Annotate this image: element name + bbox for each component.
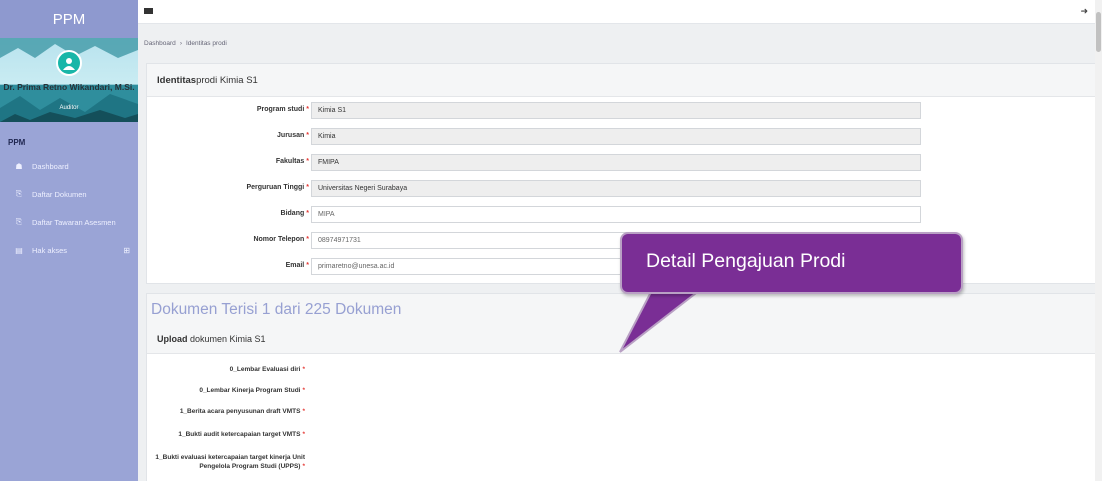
callout-pointer: [619, 290, 702, 353]
program-studi-field: Kimia S1: [311, 102, 921, 119]
bidang-field[interactable]: MIPA: [311, 206, 921, 223]
field-label: Jurusan *: [277, 132, 309, 139]
menu-section-title: PPM: [8, 138, 26, 147]
identity-title-bold: Identitas: [157, 74, 197, 86]
page-scrollbar[interactable]: [1095, 0, 1102, 481]
field-label: Nomor Telepon *: [253, 236, 309, 243]
document-item: 1_Berita acara penyusunan draft VMTS *: [179, 408, 305, 415]
sidebar-item-label: Daftar Tawaran Asesmen: [32, 217, 116, 227]
field-label: Bidang *: [280, 210, 309, 217]
identity-panel-header: Identitas prodi Kimia S1: [147, 64, 1095, 97]
topbar: ➜: [138, 0, 1102, 24]
sidebar-item-daftar-tawaran-asesmen[interactable]: ⎘ Daftar Tawaran Asesmen: [0, 208, 138, 236]
sidebar-item-dashboard[interactable]: ☗ Dashboard: [0, 152, 138, 180]
callout-text: Detail Pengajuan Prodi: [646, 250, 846, 272]
field-label: Program studi *: [256, 106, 309, 113]
assessment-icon: ⎘: [15, 217, 23, 226]
profile-name: Dr. Prima Retno Wikandari, M.Si.: [3, 82, 135, 92]
identity-title-rest: prodi Kimia S1: [196, 74, 258, 86]
document-item: 1_Bukti audit ketercapaian target VMTS *: [178, 431, 305, 438]
breadcrumb-separator: ›: [179, 40, 182, 47]
documents-icon: ⎘: [15, 189, 23, 198]
field-label: Perguruan Tinggi *: [246, 184, 309, 191]
hamburger-icon[interactable]: [144, 8, 153, 14]
breadcrumb: Dashboard › Identitas prodi: [138, 40, 227, 47]
fakultas-field: FMIPA: [311, 154, 921, 171]
form-row-bidang: Bidang * MIPA: [147, 206, 1097, 224]
upload-title: Upload dokumen Kimia S1: [157, 334, 266, 344]
profile-card: Dr. Prima Retno Wikandari, M.Si. Auditor: [0, 38, 138, 122]
documents-count: Dokumen Terisi 1 dari 225 Dokumen: [151, 301, 402, 318]
app-brand[interactable]: PPM: [0, 0, 138, 38]
perguruan-tinggi-field: Universitas Negeri Surabaya: [311, 180, 921, 197]
avatar-icon: [56, 50, 82, 76]
form-row-fakultas: Fakultas * FMIPA: [147, 154, 1097, 172]
logout-icon[interactable]: ➜: [1080, 6, 1088, 17]
scrollbar-thumb[interactable]: [1096, 12, 1101, 52]
document-item: 0_Lembar Evaluasi diri *: [229, 366, 305, 373]
jurusan-field: Kimia: [311, 128, 921, 145]
sidebar-item-label: Dashboard: [32, 161, 69, 171]
dashboard-icon: ☗: [15, 161, 23, 171]
annotation-callout: Detail Pengajuan Prodi: [620, 232, 963, 294]
sidebar-item-hak-akses[interactable]: ▤ Hak akses ⊞: [0, 236, 138, 264]
profile-role: Auditor: [59, 105, 79, 111]
sidebar-item-daftar-dokumen[interactable]: ⎘ Daftar Dokumen: [0, 180, 138, 208]
expand-icon[interactable]: ⊞: [123, 246, 130, 255]
sidebar: PPM Dr. Prima Retno Wikandari, M.Si. Aud…: [0, 0, 138, 481]
document-item: 0_Lembar Kinerja Program Studi *: [199, 387, 305, 394]
field-label: Fakultas *: [275, 158, 309, 165]
breadcrumb-current: Identitas prodi: [185, 40, 227, 47]
form-row-perguruan-tinggi: Perguruan Tinggi * Universitas Negeri Sur…: [147, 180, 1097, 198]
field-label: Email *: [285, 262, 309, 269]
access-icon: ▤: [15, 245, 23, 255]
sidebar-item-label: Hak akses: [32, 245, 68, 255]
form-row-jurusan: Jurusan * Kimia: [147, 128, 1097, 146]
document-item: 1_Bukti evaluasi ketercapaian target kin…: [155, 454, 305, 470]
breadcrumb-home[interactable]: Dashboard: [144, 40, 176, 47]
form-row-program-studi: Program studi * Kimia S1: [147, 102, 1097, 120]
sidebar-item-label: Daftar Dokumen: [32, 189, 87, 199]
